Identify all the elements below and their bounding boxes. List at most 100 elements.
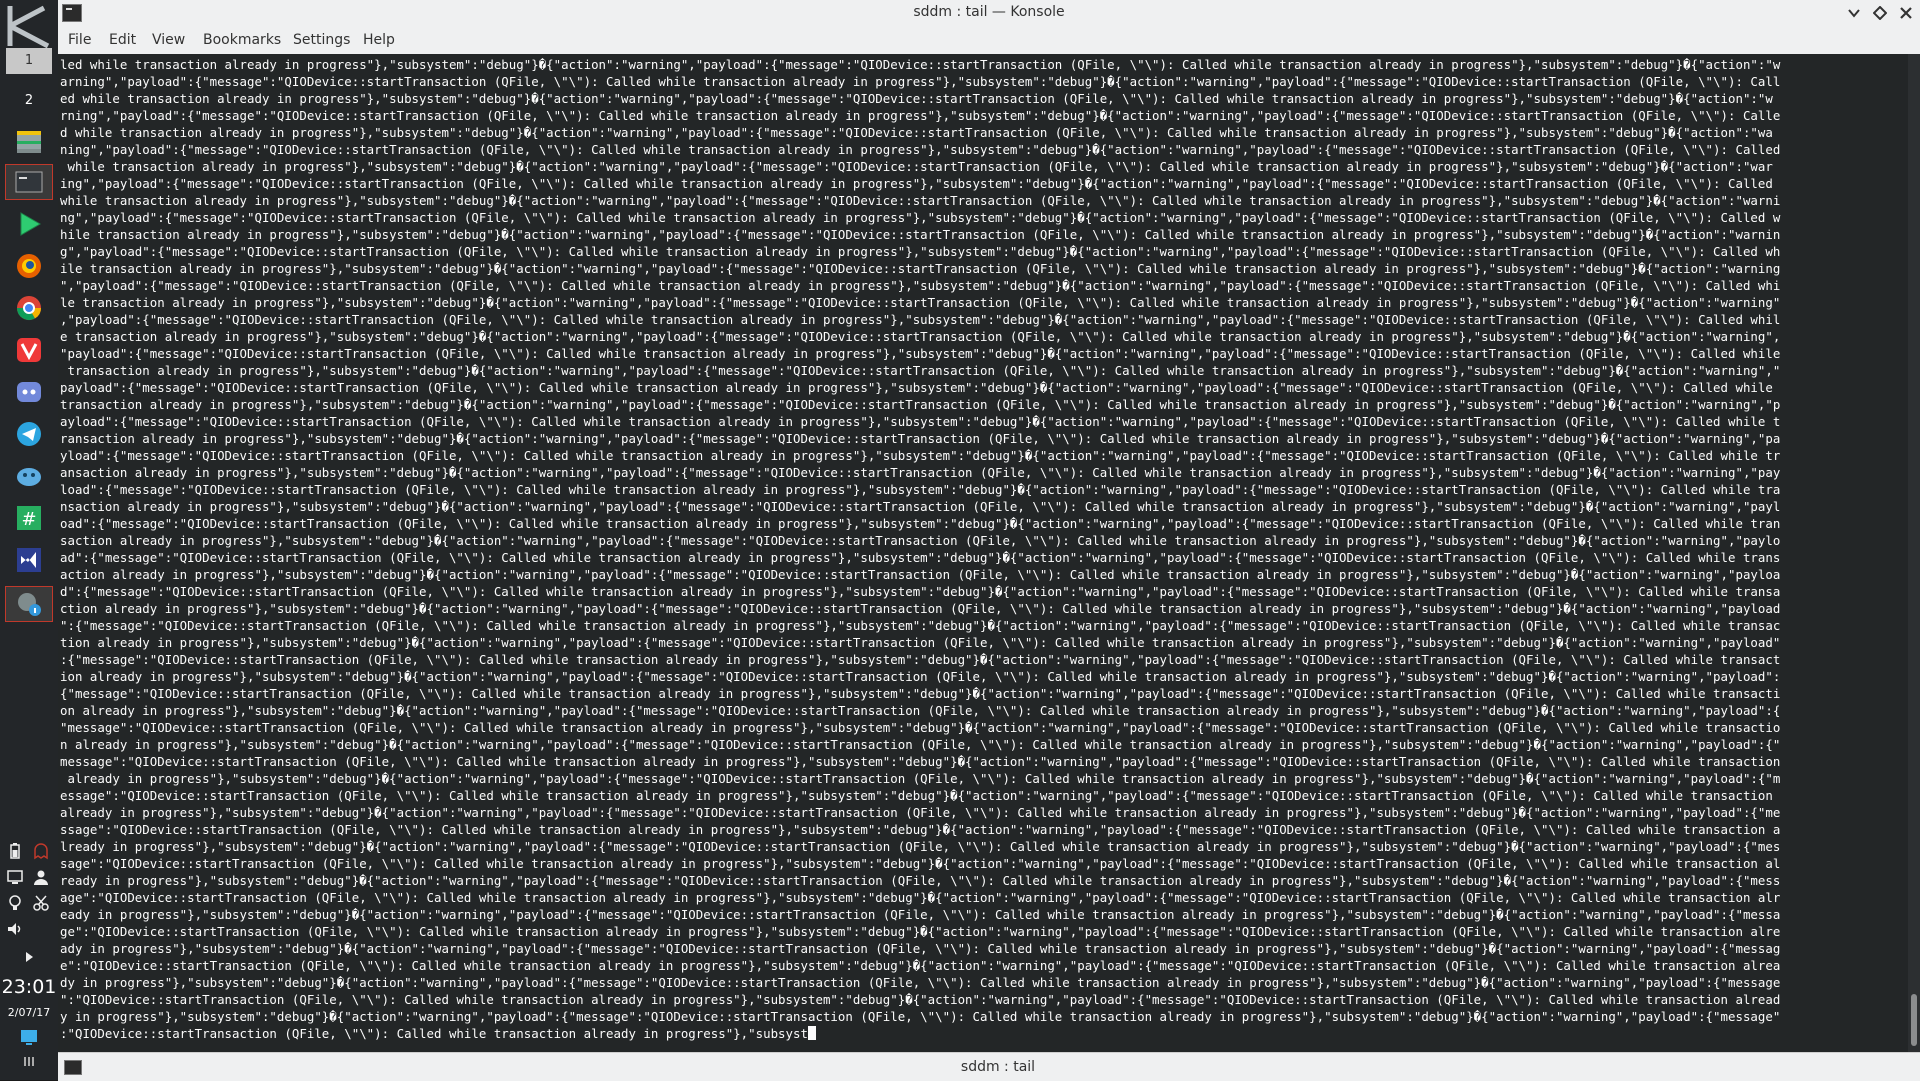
terminal-line: ":{"message":"QIODevice::startTransactio… xyxy=(60,618,1781,633)
close-button[interactable] xyxy=(1896,3,1916,23)
menu-view[interactable]: View xyxy=(152,32,185,48)
tray-volume[interactable] xyxy=(4,918,26,940)
system-info-icon xyxy=(18,593,41,616)
terminal-line: ady in progress"},"subsystem":"debug"}�{… xyxy=(60,941,1781,956)
terminal-output: led while transaction already in progres… xyxy=(60,56,1780,1042)
terminal-line: d while transaction already in progress"… xyxy=(60,125,1773,140)
terminal-line: {"message":"QIODevice::startTransaction … xyxy=(60,686,1781,701)
terminal-line: g","payload":{"message":"QIODevice::star… xyxy=(60,244,1781,259)
terminal-line: lready in progress"},"subsystem":"debug"… xyxy=(60,839,1781,854)
terminal-line: yload":{"message":"QIODevice::startTrans… xyxy=(60,448,1781,463)
task-game[interactable] xyxy=(5,458,53,494)
terminal-line: while transaction already in progress"},… xyxy=(60,159,1773,174)
panel-handle-icon xyxy=(24,1057,34,1066)
clock-time[interactable]: 23:01 xyxy=(0,976,58,998)
pager-desktop-2[interactable]: 2 xyxy=(6,88,52,114)
terminal-line: rning","payload":{"message":"QIODevice::… xyxy=(60,108,1781,123)
terminal-line: age":"QIODevice::startTransaction (QFile… xyxy=(60,890,1781,905)
terminal-line: ansaction already in progress"},"subsyst… xyxy=(60,465,1781,480)
svg-text:#: # xyxy=(21,509,36,530)
terminal-line: ile transaction already in progress"},"s… xyxy=(60,261,1781,276)
task-hashtag[interactable]: # xyxy=(5,500,53,536)
task-file-manager[interactable] xyxy=(5,124,53,160)
terminal-line: message":"QIODevice::startTransaction (Q… xyxy=(60,754,1781,769)
minimize-button[interactable] xyxy=(1844,3,1864,23)
firefox-icon xyxy=(17,254,41,278)
user-icon xyxy=(34,870,48,885)
task-visual-studio[interactable] xyxy=(5,542,53,578)
maximize-button[interactable] xyxy=(1870,3,1890,23)
terminal-scrollbar[interactable] xyxy=(1908,54,1920,1052)
tray-user[interactable] xyxy=(30,866,52,888)
terminal-line: d":{"message":"QIODevice::startTransacti… xyxy=(60,584,1781,599)
terminal-line: ayload":{"message":"QIODevice::startTran… xyxy=(60,414,1781,429)
terminal-line: ad":{"message":"QIODevice::startTransact… xyxy=(60,550,1781,565)
terminal-cursor xyxy=(807,1026,816,1040)
monitor-icon xyxy=(7,870,23,884)
ghost-icon xyxy=(34,843,48,860)
task-vivaldi[interactable] xyxy=(5,332,53,368)
terminal-line: already in progress"},"subsystem":"debug… xyxy=(60,805,1781,820)
terminal-line: action already in progress"},"subsystem"… xyxy=(60,567,1781,582)
close-icon xyxy=(1900,7,1912,19)
terminal-line: while transaction already in progress"},… xyxy=(60,193,1781,208)
tab-sddm-tail[interactable]: sddm : tail xyxy=(58,1059,1920,1075)
hashtag-icon: # xyxy=(17,506,41,530)
title-bar[interactable]: sddm : tail — Konsole xyxy=(58,0,1920,26)
terminal-line: dy in progress"},"subsystem":"debug"}�{"… xyxy=(60,975,1781,990)
terminal-line: ransaction already in progress"},"subsys… xyxy=(60,431,1781,446)
tray-display[interactable] xyxy=(4,866,26,888)
terminal-line: led while transaction already in progres… xyxy=(60,57,1781,72)
tray-show-desktop[interactable] xyxy=(18,1026,40,1048)
task-system-info[interactable] xyxy=(5,586,53,622)
tab-bar: sddm : tail xyxy=(58,1052,1920,1081)
task-chrome[interactable] xyxy=(5,290,53,326)
terminal-line: e transaction already in progress"},"sub… xyxy=(60,329,1781,344)
chevron-down-icon xyxy=(1848,9,1860,18)
task-telegram[interactable] xyxy=(5,416,53,452)
tray-battery[interactable] xyxy=(4,840,26,862)
tray-expand[interactable] xyxy=(18,946,40,968)
menu-file[interactable]: File xyxy=(68,32,91,48)
tray-clipboard[interactable] xyxy=(30,892,52,914)
game-icon xyxy=(17,468,41,486)
speaker-icon xyxy=(8,923,21,935)
lightbulb-icon xyxy=(9,895,21,910)
chrome-icon xyxy=(16,296,42,321)
pager-desktop-1[interactable]: 1 xyxy=(6,48,52,74)
tray-brightness[interactable] xyxy=(4,892,26,914)
terminal-line: essage":"QIODevice::startTransaction (QF… xyxy=(60,788,1781,803)
tray-notifications[interactable] xyxy=(30,840,52,862)
terminal-line: payload":{"message":"QIODevice::startTra… xyxy=(60,380,1781,395)
terminal-line: ning","payload":{"message":"QIODevice::s… xyxy=(60,142,1781,157)
terminal-line: ing","payload":{"message":"QIODevice::st… xyxy=(60,176,1781,191)
terminal-view[interactable]: led while transaction already in progres… xyxy=(58,54,1908,1052)
terminal-line: :"QIODevice::startTransaction (QFile, \"… xyxy=(60,1026,808,1041)
terminal-line: already in progress"},"subsystem":"debug… xyxy=(60,771,1781,786)
terminal-line: nsaction already in progress"},"subsyste… xyxy=(60,499,1781,514)
terminal-line: :{"message":"QIODevice::startTransaction… xyxy=(60,652,1781,667)
terminal-line: ":"QIODevice::startTransaction (QFile, \… xyxy=(60,992,1781,1007)
terminal-line: ,"payload":{"message":"QIODevice::startT… xyxy=(60,312,1781,327)
menu-help[interactable]: Help xyxy=(363,32,395,48)
menu-settings[interactable]: Settings xyxy=(293,32,350,48)
kde-logo-icon xyxy=(7,5,50,49)
task-discord[interactable] xyxy=(5,374,53,410)
konsole-icon xyxy=(15,171,43,193)
terminal-line: y in progress"},"subsystem":"debug"}�{"a… xyxy=(60,1009,1781,1024)
discord-icon xyxy=(17,382,41,402)
task-media-player[interactable] xyxy=(5,206,53,242)
menu-bookmarks[interactable]: Bookmarks xyxy=(203,32,281,48)
task-firefox[interactable] xyxy=(5,248,53,284)
terminal-line: ge":"QIODevice::startTransaction (QFile,… xyxy=(60,924,1781,939)
battery-icon xyxy=(10,843,20,859)
panel-menu[interactable] xyxy=(18,1050,40,1072)
task-konsole[interactable] xyxy=(5,164,53,200)
clock-date[interactable]: 2/07/17 xyxy=(0,1006,58,1019)
visual-studio-icon xyxy=(17,548,41,572)
menu-edit[interactable]: Edit xyxy=(109,32,136,48)
terminal-line: ed while transaction already in progress… xyxy=(60,91,1773,106)
terminal-line: eady in progress"},"subsystem":"debug"}�… xyxy=(60,907,1781,922)
application-launcher[interactable] xyxy=(4,2,54,50)
scrollbar-thumb[interactable] xyxy=(1911,994,1917,1046)
